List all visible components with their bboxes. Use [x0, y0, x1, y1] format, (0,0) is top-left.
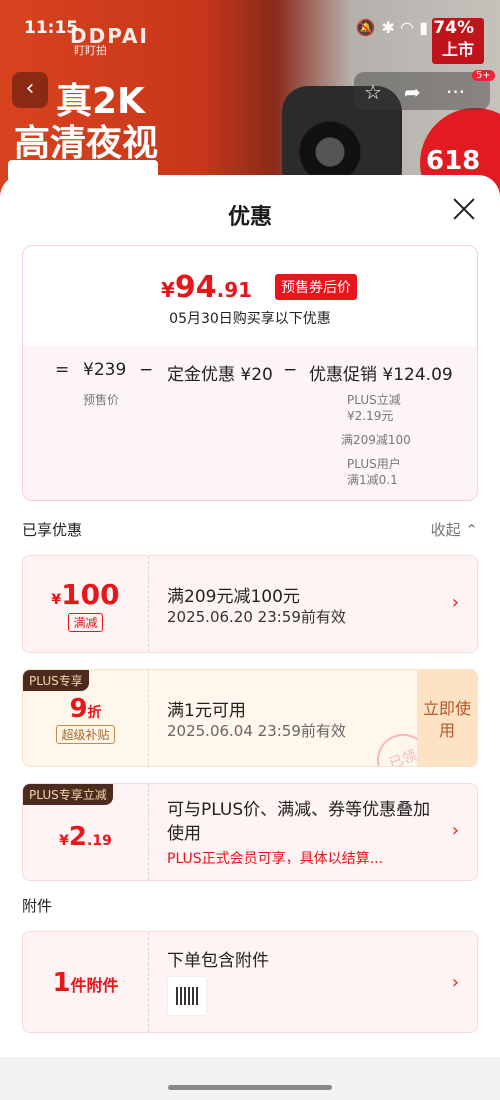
- price-summary-card: ¥94.91 预售券后价 05月30日购买享以下优惠 = ¥239 预售价 − …: [22, 245, 478, 501]
- price-date-note: 05月30日购买享以下优惠: [169, 311, 331, 327]
- battery-level: 74%: [433, 18, 474, 38]
- accessory-thumbnail: [167, 976, 207, 1016]
- chevron-up-icon: ⌃: [465, 521, 478, 539]
- accessory-count: 1件附件: [23, 968, 148, 998]
- wifi-icon: ◠: [400, 18, 420, 37]
- coupon-amount-area: ¥100 满减: [23, 556, 149, 652]
- deposit-discount: 定金优惠 ¥20: [167, 365, 273, 385]
- coupon-currency: ¥: [59, 833, 69, 849]
- signal-icon: ▮: [419, 18, 434, 37]
- promo-discount: 优惠促销 ¥124.09: [309, 365, 453, 385]
- promo-item: ¥2.19元: [347, 409, 394, 423]
- status-time: 11:15: [24, 18, 79, 38]
- promo-item: 满1减0.1: [347, 473, 398, 487]
- coupon-amount-area: ¥2.19: [23, 784, 149, 880]
- chevron-left-icon: ‹: [25, 76, 35, 101]
- price-breakdown: = ¥239 预售价 − 定金优惠 ¥20 − 优惠促销 ¥124.09 PLU…: [23, 346, 477, 500]
- nav-actions: ☆ ➦ ···: [354, 72, 490, 110]
- accessory-count-unit: 件附件: [70, 976, 119, 995]
- chevron-right-icon: ›: [451, 592, 459, 613]
- accessory-count-value: 1: [52, 968, 71, 998]
- coupon-unit: 折: [87, 705, 102, 721]
- coupon-card: PLUS专享 9折 超级补贴 满1元可用 2025.06.04 23:59前有效…: [22, 669, 478, 767]
- equals-sign: =: [55, 360, 70, 380]
- home-indicator[interactable]: [168, 1085, 332, 1090]
- collapse-label: 收起: [430, 521, 461, 539]
- star-icon[interactable]: ☆: [364, 80, 382, 104]
- price-currency: ¥: [161, 278, 175, 302]
- brand-sub: 盯盯拍: [74, 44, 107, 57]
- accessory-section-label: 附件: [22, 897, 53, 915]
- chevron-right-icon: ›: [451, 972, 459, 993]
- coupon-value: 2: [68, 822, 88, 852]
- accessory-card[interactable]: 1件附件 下单包含附件 ›: [22, 931, 478, 1033]
- sheet-title: 优惠: [227, 205, 272, 230]
- status-icons: 🔕✱◠▮: [356, 18, 434, 37]
- cart-count-badge: 5+: [472, 70, 495, 81]
- chevron-right-icon: ›: [451, 820, 459, 841]
- share-icon[interactable]: ➦: [404, 80, 421, 104]
- coupon-validity: 2025.06.20 23:59前有效: [167, 608, 346, 626]
- coupon-note: PLUS正式会员可享，具体以结算...: [167, 851, 384, 867]
- coupon-validity: 2025.06.04 23:59前有效: [167, 722, 346, 740]
- back-button[interactable]: ‹: [12, 72, 48, 108]
- status-bar: 11:15 🔕✱◠▮ 74%: [0, 0, 500, 40]
- coupon-amount: 9折: [23, 694, 148, 724]
- mute-icon: 🔕: [355, 18, 382, 37]
- collapse-button[interactable]: 收起 ⌃: [431, 519, 478, 540]
- promo-item: 满209减100: [341, 433, 411, 447]
- minus-sign: −: [139, 360, 154, 380]
- coupon-title: 满1元可用: [167, 701, 246, 721]
- coupon-amount-area: 9折 超级补贴: [23, 670, 149, 766]
- banner-headline-2: 高清夜视: [14, 123, 159, 164]
- coupon-amount: ¥100: [23, 578, 148, 611]
- minus-sign: −: [283, 360, 298, 380]
- coupon-type-tag: 超级补贴: [56, 725, 115, 744]
- final-price: ¥94.91: [161, 270, 252, 305]
- coupon-value: 9: [69, 694, 88, 724]
- enjoyed-section-label: 已享优惠: [22, 521, 83, 539]
- presale-price: ¥239: [83, 360, 127, 380]
- barcode-icon: [176, 987, 198, 1005]
- coupon-amount: ¥2.19: [23, 822, 148, 852]
- coupon-card[interactable]: PLUS专享立减 ¥2.19 可与PLUS价、满减、券等优惠叠加使用 PLUS正…: [22, 783, 478, 881]
- price-decimal: .91: [216, 278, 253, 302]
- more-icon[interactable]: ···: [446, 80, 465, 104]
- gesture-bar: [0, 1057, 500, 1100]
- coupon-currency: ¥: [51, 592, 62, 608]
- discount-sheet: 优惠 ¥94.91 预售券后价 05月30日购买享以下优惠 = ¥239 预售价…: [0, 175, 500, 1057]
- coupon-title: 满209元减100元: [167, 587, 300, 607]
- promo-item: PLUS用户: [347, 457, 401, 471]
- promo-item: PLUS立减: [347, 393, 401, 407]
- coupon-decimal: .19: [87, 833, 112, 849]
- coupon-value: 100: [61, 578, 120, 611]
- accessory-count-area: 1件附件: [23, 932, 149, 1032]
- bluetooth-icon: ✱: [381, 18, 401, 37]
- coupon-type-tag: 满减: [68, 613, 103, 632]
- use-now-button[interactable]: 立即使用: [417, 670, 477, 766]
- presale-label: 预售价: [83, 393, 120, 407]
- coupon-card[interactable]: ¥100 满减 满209元减100元 2025.06.20 23:59前有效 ›: [22, 555, 478, 653]
- close-icon[interactable]: [450, 195, 478, 223]
- price-label-badge: 预售券后价: [275, 274, 357, 300]
- coupon-title: 可与PLUS价、满减、券等优惠叠加使用: [167, 800, 431, 844]
- price-integer: 94: [174, 270, 217, 305]
- accessory-title: 下单包含附件: [167, 951, 269, 971]
